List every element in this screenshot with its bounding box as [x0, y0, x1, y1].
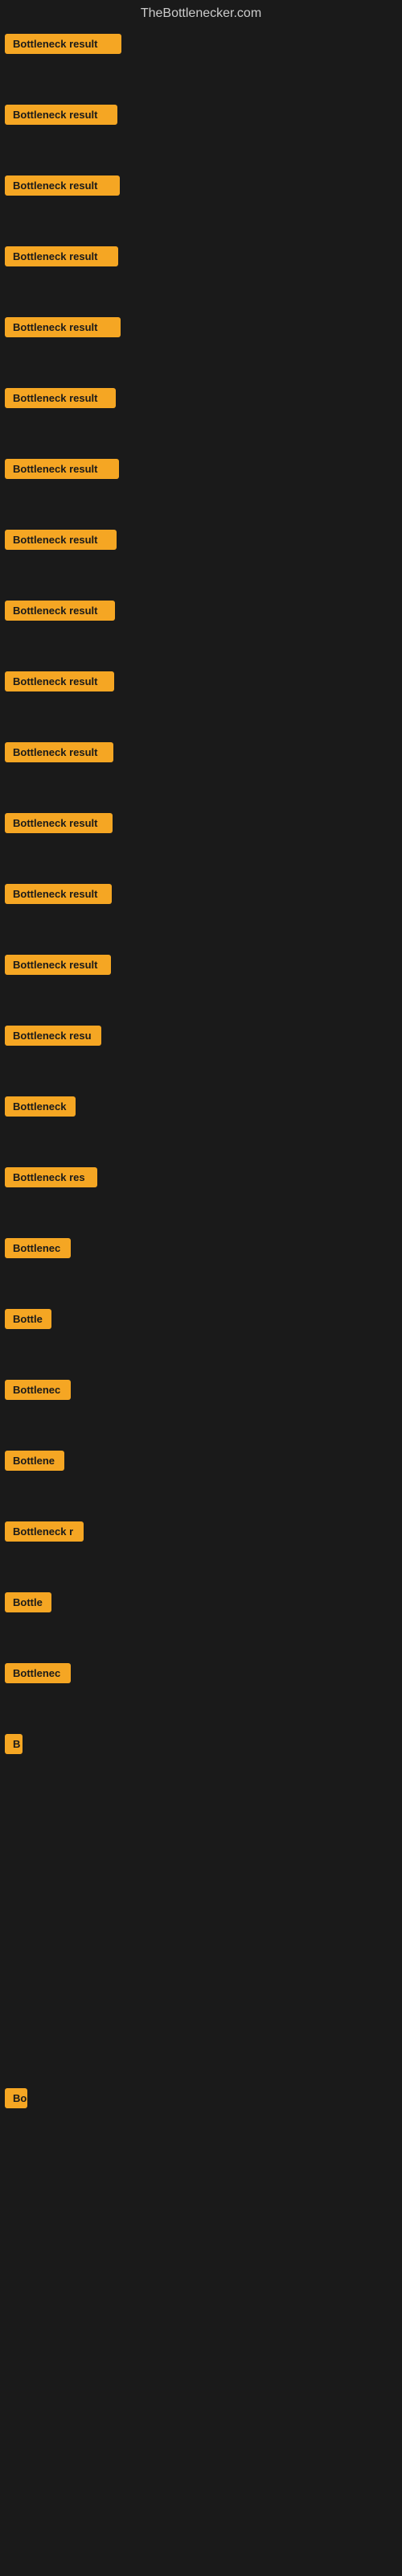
- list-item: Bo: [0, 2079, 402, 2149]
- bottleneck-badge[interactable]: Bottleneck result: [5, 459, 119, 479]
- bottleneck-badge[interactable]: Bottleneck result: [5, 105, 117, 125]
- list-item: [0, 2362, 402, 2433]
- list-item: Bottlenec: [0, 1653, 402, 1724]
- bottleneck-badge[interactable]: Bottlene: [5, 1451, 64, 1471]
- bottleneck-badge[interactable]: Bottleneck resu: [5, 1026, 101, 1046]
- bottleneck-badge[interactable]: Bottleneck result: [5, 317, 121, 337]
- list-item: [0, 2008, 402, 2079]
- list-item: [0, 1795, 402, 1866]
- bottleneck-badge[interactable]: Bottleneck result: [5, 246, 118, 266]
- bottleneck-badge[interactable]: Bottleneck result: [5, 175, 120, 196]
- bottleneck-badge[interactable]: Bottle: [5, 1592, 51, 1612]
- list-item: Bottleneck result: [0, 945, 402, 1016]
- list-item: [0, 2220, 402, 2291]
- bottleneck-badge[interactable]: Bottlenec: [5, 1238, 71, 1258]
- list-item: Bottleneck result: [0, 733, 402, 803]
- bottleneck-badge[interactable]: Bottleneck result: [5, 388, 116, 408]
- list-item: B: [0, 1724, 402, 1795]
- bottleneck-badge[interactable]: Bottleneck result: [5, 601, 115, 621]
- bottleneck-badge[interactable]: Bottleneck res: [5, 1167, 97, 1187]
- list-item: Bottleneck resu: [0, 1016, 402, 1087]
- list-item: Bottlene: [0, 1441, 402, 1512]
- bottleneck-badge[interactable]: Bottleneck result: [5, 813, 113, 833]
- list-item: Bottleneck result: [0, 662, 402, 733]
- bottleneck-badge[interactable]: Bottleneck result: [5, 530, 117, 550]
- site-header: TheBottlenecker.com: [0, 0, 402, 24]
- list-item: Bottlenec: [0, 1228, 402, 1299]
- list-item: [0, 2291, 402, 2362]
- list-item: Bottleneck r: [0, 1512, 402, 1583]
- bottleneck-badge[interactable]: Bottleneck: [5, 1096, 76, 1117]
- bottleneck-badge[interactable]: Bottleneck result: [5, 955, 111, 975]
- bottleneck-badge[interactable]: Bo: [5, 2088, 27, 2108]
- bottleneck-badge[interactable]: Bottleneck r: [5, 1521, 84, 1542]
- list-item: [0, 2149, 402, 2220]
- bottleneck-badge[interactable]: Bottlenec: [5, 1663, 71, 1683]
- bottleneck-badge[interactable]: Bottleneck result: [5, 671, 114, 691]
- list-item: Bottleneck: [0, 1087, 402, 1158]
- list-item: Bottle: [0, 1583, 402, 1653]
- list-item: Bottleneck result: [0, 378, 402, 449]
- list-item: [0, 1866, 402, 1937]
- list-item: Bottleneck result: [0, 803, 402, 874]
- list-item: Bottleneck result: [0, 308, 402, 378]
- bottleneck-badge[interactable]: Bottleneck result: [5, 742, 113, 762]
- bottleneck-list: Bottleneck result Bottleneck result Bottle…: [0, 24, 402, 2504]
- list-item: Bottleneck result: [0, 449, 402, 520]
- list-item: Bottleneck result: [0, 520, 402, 591]
- site-title: TheBottlenecker.com: [141, 6, 261, 20]
- bottleneck-badge[interactable]: Bottlenec: [5, 1380, 71, 1400]
- list-item: Bottleneck result: [0, 24, 402, 95]
- list-item: Bottlenec: [0, 1370, 402, 1441]
- list-item: [0, 1937, 402, 2008]
- bottleneck-badge[interactable]: B: [5, 1734, 23, 1754]
- list-item: Bottleneck result: [0, 237, 402, 308]
- list-item: Bottleneck result: [0, 874, 402, 945]
- list-item: Bottleneck result: [0, 166, 402, 237]
- list-item: Bottleneck res: [0, 1158, 402, 1228]
- bottleneck-badge[interactable]: Bottleneck result: [5, 34, 121, 54]
- list-item: Bottleneck result: [0, 95, 402, 166]
- list-item: Bottle: [0, 1299, 402, 1370]
- bottleneck-badge[interactable]: Bottle: [5, 1309, 51, 1329]
- list-item: Bottleneck result: [0, 591, 402, 662]
- list-item: [0, 2433, 402, 2504]
- bottleneck-badge[interactable]: Bottleneck result: [5, 884, 112, 904]
